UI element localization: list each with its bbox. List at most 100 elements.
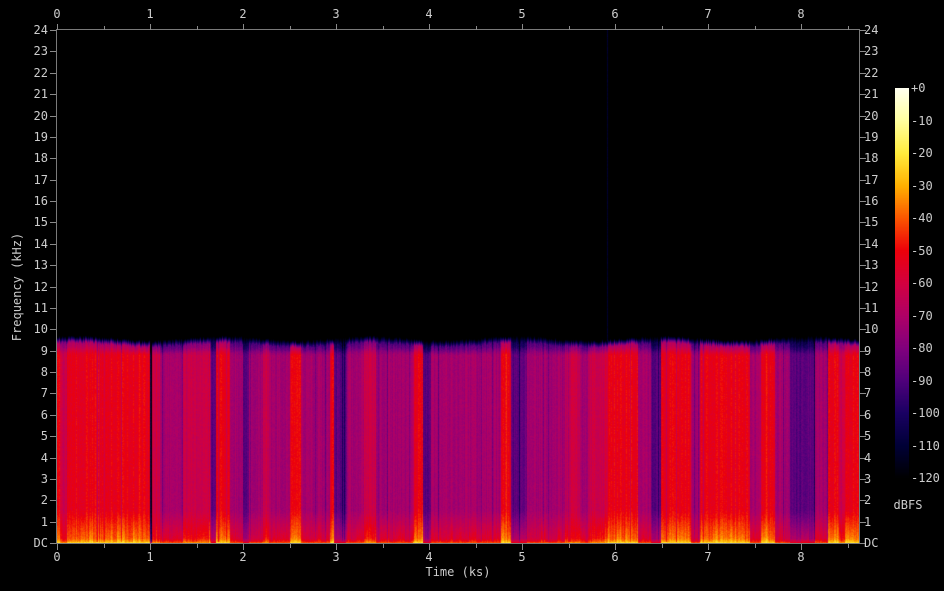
- y-axis-tick-label-right: 6: [864, 408, 872, 422]
- x-axis-minor-tick-bottom: [382, 544, 384, 548]
- x-axis-minor-tick-bottom: [289, 544, 291, 548]
- y-axis-tick-label-right: 13: [864, 258, 879, 272]
- x-axis-tick-label-top: 4: [425, 7, 433, 21]
- y-axis-tick-label-left: 8: [40, 365, 48, 379]
- y-axis-tick-label-right: 22: [864, 66, 879, 80]
- colorbar-tick-label: -120: [911, 471, 940, 485]
- x-axis-minor-tick-top: [661, 26, 663, 30]
- y-axis-tick-label-left: 7: [40, 386, 48, 400]
- y-axis-tick-left: [50, 458, 56, 459]
- x-axis-minor-tick-top: [847, 26, 849, 30]
- y-axis-tick-label-left: 2: [40, 493, 48, 507]
- x-axis-tick-label-bottom: 3: [332, 550, 340, 564]
- colorbar-tick-label: -10: [911, 113, 933, 128]
- x-axis-minor-tick-bottom: [661, 544, 663, 548]
- colorbar-tick-label: -20: [911, 146, 933, 160]
- y-axis-tick-label-left: 9: [40, 344, 48, 358]
- x-axis-tick-top: [801, 24, 802, 30]
- y-axis-tick-label-right: 19: [864, 130, 879, 144]
- y-axis-tick-left: [50, 137, 56, 138]
- y-axis-tick-label-right: 10: [864, 322, 879, 336]
- x-axis-minor-tick-top: [289, 26, 291, 30]
- y-axis-tick-left: [50, 287, 56, 288]
- colorbar-tick-label: -30: [911, 178, 933, 193]
- y-axis-tick-label-left: 24: [33, 23, 48, 37]
- y-axis-tick-left: [50, 372, 56, 373]
- y-axis-tick-label-right: 11: [864, 301, 879, 315]
- colorbar-tick-label: -40: [911, 211, 933, 225]
- x-axis-tick-label-top: 8: [797, 7, 805, 21]
- x-axis-minor-tick-bottom: [196, 544, 198, 548]
- x-axis-minor-tick-top: [103, 26, 105, 30]
- colorbar-tick-label: -60: [911, 276, 933, 290]
- y-axis-tick-label-left: 10: [33, 322, 48, 336]
- x-axis-tick-label-top: 7: [704, 7, 712, 21]
- x-axis-minor-tick-top: [754, 26, 756, 30]
- x-axis-tick-label-top: 6: [611, 7, 619, 21]
- x-axis-minor-tick-top: [568, 26, 570, 30]
- y-axis-tick-left: [50, 522, 56, 523]
- y-axis-tick-label-left: 16: [33, 194, 48, 208]
- y-axis-tick-left: [50, 116, 56, 117]
- y-axis-tick-label-left: 20: [33, 109, 48, 123]
- x-axis-minor-tick-bottom: [754, 544, 756, 548]
- y-axis-tick-label-right: 18: [864, 151, 879, 165]
- colorbar-tick-label: -50: [911, 243, 933, 258]
- y-axis-tick-label-left: 13: [33, 258, 48, 272]
- y-axis-tick-label-right: 16: [864, 194, 879, 208]
- y-axis-tick-label-left: 1: [40, 515, 48, 529]
- y-axis-tick-left: [50, 500, 56, 501]
- y-axis-tick-left: [50, 543, 56, 544]
- y-axis-tick-left: [50, 222, 56, 223]
- y-axis-tick-left: [50, 180, 56, 181]
- x-axis-tick-label-top: 5: [518, 7, 526, 21]
- colorbar-tick-label: -110: [911, 438, 940, 453]
- y-axis-tick-label-right: 1: [864, 515, 872, 529]
- x-axis-minor-tick-bottom: [847, 544, 849, 548]
- x-axis-tick-top: [243, 24, 244, 30]
- y-axis-tick-label-right: 3: [864, 472, 872, 486]
- spectrogram-canvas: [57, 30, 859, 543]
- x-axis-tick-label-bottom: 4: [425, 550, 433, 564]
- y-axis-tick-label-left: 22: [33, 66, 48, 80]
- y-axis-tick-label-left: 14: [33, 237, 48, 251]
- y-axis-tick-label-right: 23: [864, 44, 879, 58]
- plot-frame: [56, 29, 860, 544]
- x-axis-title: Time (ks): [425, 565, 491, 579]
- x-axis-tick-label-bottom: 8: [797, 550, 805, 564]
- x-axis-tick-label-top: 0: [53, 7, 61, 21]
- y-axis-tick-label-right: 15: [864, 215, 879, 229]
- y-axis-tick-label-left: 23: [33, 44, 48, 58]
- y-axis-tick-label-right: 12: [864, 280, 879, 294]
- y-axis-tick-label-right: 24: [864, 23, 879, 37]
- y-axis-tick-label-right: 5: [864, 429, 872, 443]
- x-axis-minor-tick-top: [382, 26, 384, 30]
- colorbar-tick-label: -90: [911, 373, 933, 388]
- x-axis-tick-label-top: 1: [146, 7, 154, 21]
- spectrogram-page: Frequency (kHz) Time (ks) dBFS 001122334…: [0, 0, 944, 591]
- x-axis-tick-label-bottom: 0: [53, 550, 61, 564]
- x-axis-tick-label-bottom: 7: [704, 550, 712, 564]
- x-axis-minor-tick-top: [475, 26, 477, 30]
- y-axis-tick-left: [50, 393, 56, 394]
- y-axis-tick-label-right: 21: [864, 87, 879, 101]
- x-axis-minor-tick-bottom: [568, 544, 570, 548]
- x-axis-minor-tick-bottom: [475, 544, 477, 548]
- x-axis-tick-label-bottom: 2: [239, 550, 247, 564]
- y-axis-tick-left: [50, 308, 56, 309]
- y-axis-tick-label-right: 20: [864, 109, 879, 123]
- y-axis-tick-left: [50, 415, 56, 416]
- y-axis-tick-label-right: 17: [864, 173, 879, 187]
- y-axis-tick-left: [50, 265, 56, 266]
- y-axis-tick-left: [50, 351, 56, 352]
- y-axis-tick-left: [50, 479, 56, 480]
- y-axis-tick-label-left: 5: [40, 429, 48, 443]
- x-axis-tick-label-bottom: 1: [146, 550, 154, 564]
- y-axis-tick-label-right: 2: [864, 493, 872, 507]
- y-axis-tick-left: [50, 158, 56, 159]
- y-axis-tick-label-left: 19: [33, 130, 48, 144]
- x-axis-tick-top: [429, 24, 430, 30]
- x-axis-tick-top: [57, 24, 58, 30]
- x-axis-tick-label-top: 2: [239, 7, 247, 21]
- x-axis-tick-top: [522, 24, 523, 30]
